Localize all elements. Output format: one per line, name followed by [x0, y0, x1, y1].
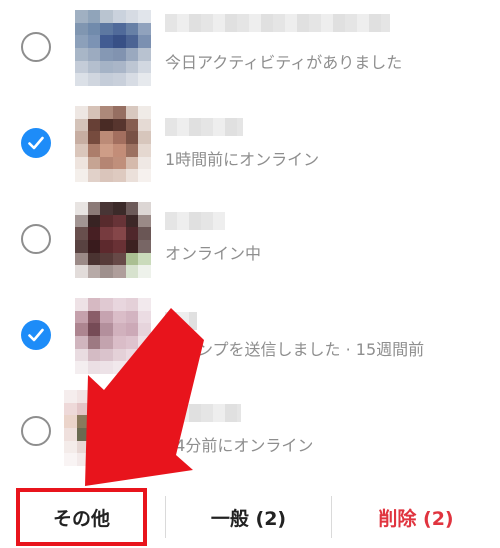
- action-bar: その他 一般 (2) 削除 (2): [0, 486, 500, 548]
- activity-status: 24分前にオンライン: [165, 436, 314, 455]
- avatar: [64, 390, 140, 466]
- activity-status: スタンプを送信しました · 15週間前: [165, 340, 425, 359]
- avatar: [75, 298, 151, 374]
- checkmark-icon: [28, 328, 44, 342]
- contact-name: [165, 212, 225, 230]
- other-folder-button[interactable]: その他: [16, 488, 147, 546]
- checkmark-icon: [28, 136, 44, 150]
- list-item[interactable]: 24分前にオンライン: [0, 384, 500, 480]
- contact-name: [165, 118, 243, 136]
- avatar: [75, 10, 151, 86]
- unchecked-radio[interactable]: [21, 32, 51, 62]
- unchecked-radio[interactable]: [21, 224, 51, 254]
- list-item[interactable]: 今日アクティビティがありました: [0, 0, 500, 96]
- avatar: [75, 106, 151, 182]
- contact-name: [165, 14, 390, 32]
- activity-status: 1時間前にオンライン: [165, 150, 320, 169]
- contact-name: [165, 312, 197, 330]
- unchecked-radio[interactable]: [21, 416, 51, 446]
- list-item[interactable]: オンライン中: [0, 192, 500, 288]
- avatar: [75, 202, 151, 278]
- checked-radio[interactable]: [21, 128, 51, 158]
- checked-radio[interactable]: [21, 320, 51, 350]
- move-to-general-button[interactable]: 一般 (2): [165, 486, 332, 548]
- contact-name: [165, 404, 241, 422]
- activity-status: オンライン中: [165, 244, 262, 263]
- activity-status: 今日アクティビティがありました: [165, 53, 403, 72]
- delete-button[interactable]: 削除 (2): [332, 486, 500, 548]
- list-item[interactable]: 1時間前にオンライン: [0, 96, 500, 192]
- list-item[interactable]: スタンプを送信しました · 15週間前: [0, 288, 500, 384]
